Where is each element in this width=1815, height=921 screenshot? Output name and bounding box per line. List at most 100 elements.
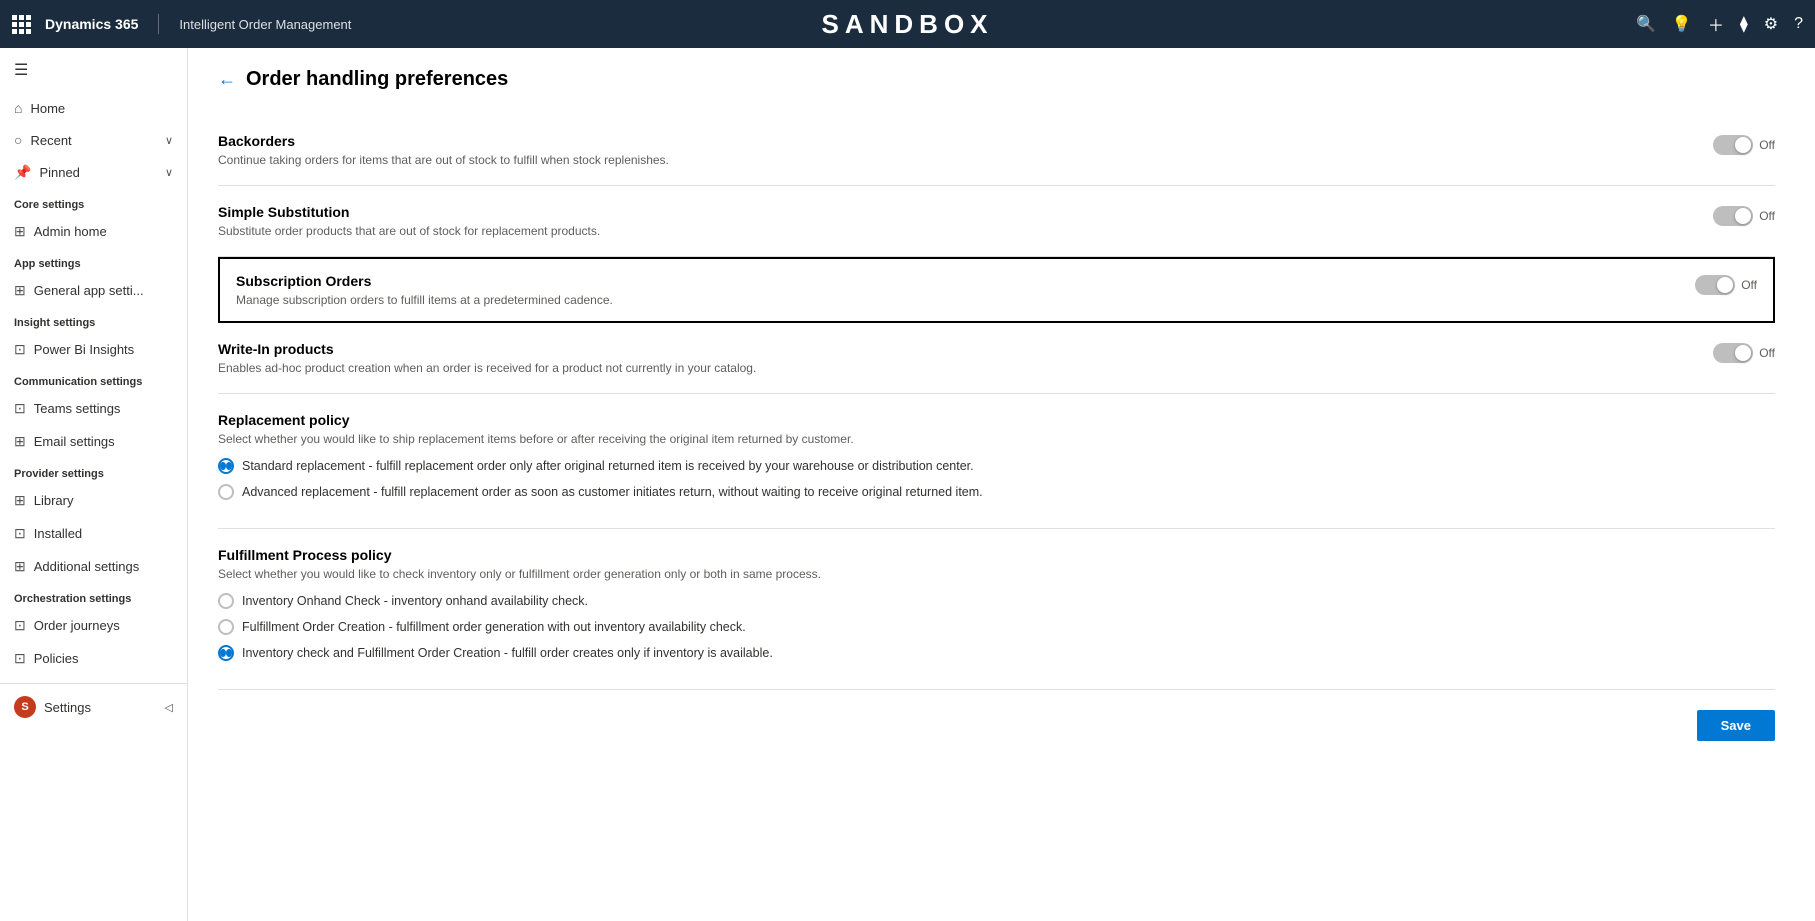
fulfillment-option-both[interactable]: Inventory check and Fulfillment Order Cr… — [218, 645, 1775, 661]
sidebar-item-installed[interactable]: ⊡ Installed — [0, 517, 187, 550]
save-button[interactable]: Save — [1697, 710, 1775, 741]
installed-icon: ⊡ — [14, 525, 26, 542]
library-icon: ⊞ — [14, 492, 26, 509]
sidebar-additional-label: Additional settings — [34, 559, 140, 574]
replacement-option-standard[interactable]: Standard replacement - fulfill replaceme… — [218, 458, 1775, 474]
sidebar-installed-label: Installed — [34, 526, 82, 541]
replacement-advanced-label: Advanced replacement - fulfill replaceme… — [242, 485, 983, 499]
hamburger-menu[interactable]: ☰ — [0, 48, 187, 92]
fulfillment-radio-inventory[interactable] — [218, 593, 234, 609]
fulfillment-both-label: Inventory check and Fulfillment Order Cr… — [242, 646, 773, 660]
replacement-policy-title: Replacement policy — [218, 412, 1775, 428]
page-title: Order handling preferences — [246, 68, 508, 91]
sidebar-item-power-bi[interactable]: ⊡ Power Bi Insights — [0, 333, 187, 366]
setting-write-in: Write-In products Enables ad-hoc product… — [218, 323, 1775, 394]
fulfillment-inventory-check-label: Inventory Onhand Check - inventory onhan… — [242, 594, 588, 608]
admin-home-icon: ⊞ — [14, 223, 26, 240]
recent-chevron-icon: ∨ — [165, 134, 173, 147]
sidebar-item-policies[interactable]: ⊡ Policies — [0, 642, 187, 675]
setting-simple-substitution: Simple Substitution Substitute order pro… — [218, 186, 1775, 257]
setting-subscription-toggle[interactable]: Off — [1695, 275, 1757, 295]
email-icon: ⊞ — [14, 433, 26, 450]
topbar-actions: 🔍 💡 ＋ ⧫ ⚙ ? — [1636, 12, 1803, 36]
sandbox-label: SANDBOX — [821, 9, 993, 40]
fulfillment-policy-desc: Select whether you would like to check i… — [218, 567, 1775, 581]
section-orchestration-settings: Orchestration settings — [0, 583, 187, 609]
search-icon[interactable]: 🔍 — [1636, 14, 1656, 34]
setting-substitution-desc: Substitute order products that are out o… — [218, 224, 1693, 238]
sidebar-bottom-settings[interactable]: S Settings ◁ — [0, 688, 187, 726]
replacement-radio-standard[interactable] — [218, 458, 234, 474]
fulfillment-option-inventory-check[interactable]: Inventory Onhand Check - inventory onhan… — [218, 593, 1775, 609]
sidebar-item-library[interactable]: ⊞ Library — [0, 484, 187, 517]
sidebar-item-teams[interactable]: ⊡ Teams settings — [0, 392, 187, 425]
section-insight-settings: Insight settings — [0, 307, 187, 333]
substitution-switch[interactable] — [1713, 206, 1753, 226]
setting-substitution-toggle[interactable]: Off — [1713, 206, 1775, 226]
lightbulb-icon[interactable]: 💡 — [1672, 14, 1692, 34]
help-icon[interactable]: ? — [1794, 15, 1803, 33]
setting-subscription-desc: Manage subscription orders to fulfill it… — [236, 293, 1675, 307]
policies-icon: ⊡ — [14, 650, 26, 667]
substitution-knob — [1735, 208, 1751, 224]
add-icon[interactable]: ＋ — [1708, 12, 1724, 36]
section-communication-settings: Communication settings — [0, 366, 187, 392]
section-provider-settings: Provider settings — [0, 458, 187, 484]
topbar-divider — [158, 14, 159, 34]
recent-icon: ○ — [14, 132, 22, 148]
backorders-switch[interactable] — [1713, 135, 1753, 155]
fulfillment-radio-both[interactable] — [218, 645, 234, 661]
sidebar-item-additional[interactable]: ⊞ Additional settings — [0, 550, 187, 583]
setting-write-in-desc: Enables ad-hoc product creation when an … — [218, 361, 1693, 375]
sidebar-item-order-journeys[interactable]: ⊡ Order journeys — [0, 609, 187, 642]
brand-name[interactable]: Dynamics 365 — [45, 16, 138, 32]
fulfillment-option-order-creation[interactable]: Fulfillment Order Creation - fulfillment… — [218, 619, 1775, 635]
save-btn-row: Save — [218, 690, 1775, 741]
sidebar-item-email[interactable]: ⊞ Email settings — [0, 425, 187, 458]
setting-backorders-toggle[interactable]: Off — [1713, 135, 1775, 155]
subscription-switch[interactable] — [1695, 275, 1735, 295]
substitution-toggle-label: Off — [1759, 209, 1775, 223]
sidebar-admin-home-label: Admin home — [34, 224, 107, 239]
filter-icon[interactable]: ⧫ — [1740, 14, 1748, 34]
setting-subscription-title: Subscription Orders — [236, 273, 1675, 289]
sidebar-settings-label: Settings — [44, 700, 91, 715]
section-core-settings: Core settings — [0, 189, 187, 215]
sidebar-item-admin-home[interactable]: ⊞ Admin home — [0, 215, 187, 248]
order-journeys-icon: ⊡ — [14, 617, 26, 634]
setting-substitution-info: Simple Substitution Substitute order pro… — [218, 204, 1693, 238]
backorders-toggle-label: Off — [1759, 138, 1775, 152]
sidebar-item-pinned[interactable]: 📌 Pinned ∨ — [0, 156, 187, 189]
replacement-standard-label: Standard replacement - fulfill replaceme… — [242, 459, 974, 473]
replacement-policy-section: Replacement policy Select whether you wo… — [218, 394, 1775, 529]
additional-icon: ⊞ — [14, 558, 26, 575]
fulfillment-radio-creation[interactable] — [218, 619, 234, 635]
sidebar-item-general-app[interactable]: ⊞ General app setti... — [0, 274, 187, 307]
sidebar-power-bi-label: Power Bi Insights — [34, 342, 134, 357]
topbar-left: Dynamics 365 Intelligent Order Managemen… — [12, 14, 351, 34]
fulfillment-creation-label: Fulfillment Order Creation - fulfillment… — [242, 620, 746, 634]
setting-write-in-info: Write-In products Enables ad-hoc product… — [218, 341, 1693, 375]
general-app-icon: ⊞ — [14, 282, 26, 299]
sidebar-item-home[interactable]: ⌂ Home — [0, 92, 187, 124]
home-icon: ⌂ — [14, 100, 22, 116]
setting-backorders-desc: Continue taking orders for items that ar… — [218, 153, 1693, 167]
sidebar-policies-label: Policies — [34, 651, 79, 666]
sidebar-email-label: Email settings — [34, 434, 115, 449]
apps-icon[interactable] — [12, 15, 31, 34]
sidebar: ☰ ⌂ Home ○ Recent ∨ 📌 Pinned ∨ Core sett… — [0, 48, 188, 921]
subscription-toggle-label: Off — [1741, 278, 1757, 292]
replacement-radio-advanced[interactable] — [218, 484, 234, 500]
write-in-switch[interactable] — [1713, 343, 1753, 363]
sidebar-library-label: Library — [34, 493, 74, 508]
main-layout: ☰ ⌂ Home ○ Recent ∨ 📌 Pinned ∨ Core sett… — [0, 48, 1815, 921]
settings-icon[interactable]: ⚙ — [1764, 14, 1778, 34]
back-button[interactable]: ← — [218, 69, 236, 90]
setting-subscription-info: Subscription Orders Manage subscription … — [236, 273, 1675, 307]
replacement-option-advanced[interactable]: Advanced replacement - fulfill replaceme… — [218, 484, 1775, 500]
power-bi-icon: ⊡ — [14, 341, 26, 358]
sidebar-item-recent[interactable]: ○ Recent ∨ — [0, 124, 187, 156]
setting-write-in-toggle[interactable]: Off — [1713, 343, 1775, 363]
replacement-policy-desc: Select whether you would like to ship re… — [218, 432, 1775, 446]
topbar: Dynamics 365 Intelligent Order Managemen… — [0, 0, 1815, 48]
